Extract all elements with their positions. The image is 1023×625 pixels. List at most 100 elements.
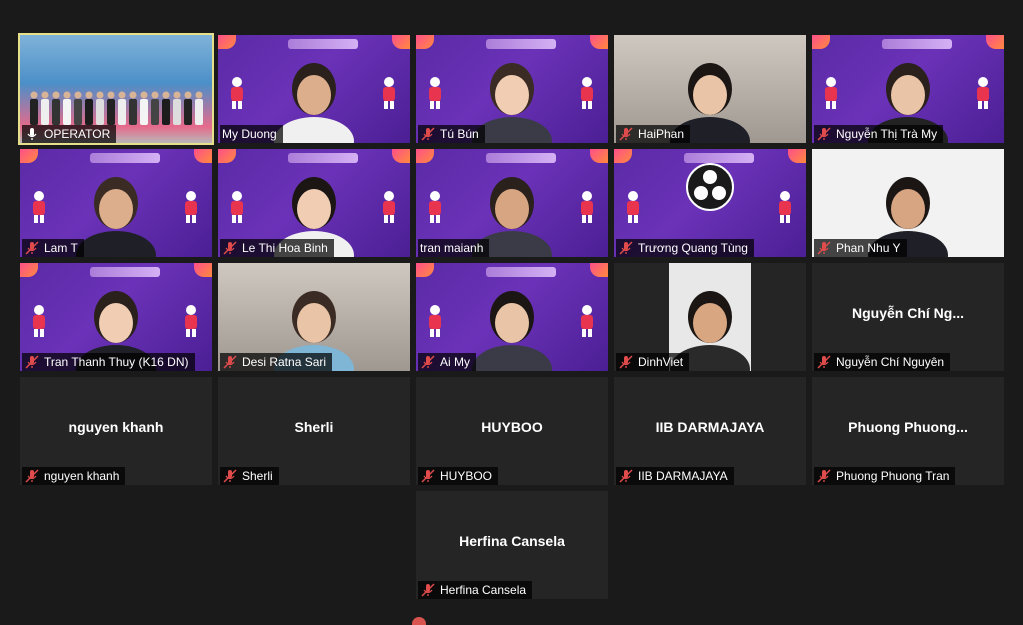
participant-name: Desi Ratna Sari bbox=[242, 355, 327, 369]
mascot-icon bbox=[581, 77, 593, 109]
muted-mic-icon bbox=[223, 355, 237, 369]
muted-mic-icon bbox=[817, 127, 831, 141]
participant-name-label: Nguyễn Thị Trà My bbox=[814, 125, 944, 143]
mascot-icon bbox=[383, 77, 395, 109]
participant-tile[interactable]: nguyen khanh nguyen khanh bbox=[20, 377, 212, 485]
muted-mic-icon bbox=[619, 355, 633, 369]
participant-name-label: OPERATOR bbox=[22, 125, 117, 143]
participant-silhouette bbox=[274, 63, 354, 143]
unmuted-mic-icon bbox=[27, 128, 37, 140]
muted-mic-icon bbox=[421, 583, 435, 597]
participant-name: IIB DARMAJAYA bbox=[638, 469, 728, 483]
banner-corner bbox=[392, 149, 410, 163]
participant-name: Tran Thanh Thuy (K16 DN) bbox=[44, 355, 189, 369]
participant-tile[interactable]: Trương Quang Tùng bbox=[614, 149, 806, 257]
participant-name: OPERATOR bbox=[44, 127, 111, 141]
participant-tile[interactable]: Nguyễn Thị Trà My bbox=[812, 35, 1004, 143]
participant-name-label: HUYBOO bbox=[418, 467, 499, 485]
participant-name: Le Thi Hoa Binh bbox=[242, 241, 328, 255]
participant-display-name: HUYBOO bbox=[481, 419, 543, 435]
muted-mic-icon bbox=[619, 127, 633, 141]
participant-silhouette bbox=[472, 291, 552, 371]
muted-mic-icon bbox=[25, 469, 39, 483]
event-logo bbox=[288, 153, 358, 163]
participant-display-name: IIB DARMAJAYA bbox=[655, 419, 765, 435]
mascot-icon bbox=[977, 77, 989, 109]
participant-name: Trương Quang Tùng bbox=[638, 241, 748, 255]
participant-name-label: Phan Nhu Y bbox=[814, 239, 907, 257]
banner-corner bbox=[218, 149, 236, 163]
event-logo bbox=[486, 39, 556, 49]
participant-name-label: My Duong bbox=[220, 125, 283, 143]
banner-corner bbox=[20, 263, 38, 277]
banner-corner bbox=[416, 263, 434, 277]
mascot-icon bbox=[185, 305, 197, 337]
participant-tile[interactable]: HaiPhan bbox=[614, 35, 806, 143]
participant-name-label: IIB DARMAJAYA bbox=[616, 467, 734, 485]
gallery-grid: OPERATOR My Duong Tú Bún HaiPhan Nguyễn Thị … bbox=[0, 0, 1023, 621]
participant-display-name: Phuong Phuong... bbox=[848, 419, 968, 435]
participant-tile[interactable]: tran maianh bbox=[416, 149, 608, 257]
mascot-icon bbox=[231, 191, 243, 223]
participant-name: Lam T bbox=[44, 241, 78, 255]
participant-tile[interactable]: Sherli Sherli bbox=[218, 377, 410, 485]
participant-name-label: Le Thi Hoa Binh bbox=[220, 239, 334, 257]
mascot-icon bbox=[581, 305, 593, 337]
mascot-icon bbox=[825, 77, 837, 109]
participant-tile[interactable]: Phan Nhu Y bbox=[812, 149, 1004, 257]
participant-name: Herfina Cansela bbox=[440, 583, 527, 597]
participant-tile[interactable]: Phuong Phuong... Phuong Phuong Tran bbox=[812, 377, 1004, 485]
muted-mic-icon bbox=[25, 355, 39, 369]
muted-mic-icon bbox=[619, 241, 633, 255]
participant-name: Phan Nhu Y bbox=[836, 241, 901, 255]
event-logo bbox=[90, 267, 160, 277]
participant-tile[interactable]: IIB DARMAJAYA IIB DARMAJAYA bbox=[614, 377, 806, 485]
participant-name: DinhViet bbox=[638, 355, 684, 369]
muted-mic-icon bbox=[817, 355, 831, 369]
participant-name: Tú Bún bbox=[440, 127, 479, 141]
participant-tile[interactable]: My Duong bbox=[218, 35, 410, 143]
event-logo bbox=[288, 39, 358, 49]
mascot-icon bbox=[429, 77, 441, 109]
banner-corner bbox=[986, 35, 1004, 49]
participant-tile[interactable]: Le Thi Hoa Binh bbox=[218, 149, 410, 257]
participant-tile[interactable]: Tú Bún bbox=[416, 35, 608, 143]
banner-corner bbox=[392, 35, 410, 49]
banner-corner bbox=[194, 263, 212, 277]
mascot-icon bbox=[429, 305, 441, 337]
participant-tile[interactable]: OPERATOR bbox=[18, 33, 214, 145]
banner-corner bbox=[218, 35, 236, 49]
participant-display-name: nguyen khanh bbox=[68, 419, 164, 435]
participant-name-label: Phuong Phuong Tran bbox=[814, 467, 956, 485]
participant-tile[interactable]: Desi Ratna Sari bbox=[218, 263, 410, 371]
participant-tile[interactable]: Lam T bbox=[20, 149, 212, 257]
muted-mic-icon bbox=[421, 355, 435, 369]
participant-tile[interactable]: Herfina Cansela Herfina Cansela bbox=[416, 491, 608, 599]
mascot-icon bbox=[185, 191, 197, 223]
mascot-icon bbox=[429, 191, 441, 223]
participant-tile[interactable]: Tran Thanh Thuy (K16 DN) bbox=[20, 263, 212, 371]
participant-name: HUYBOO bbox=[440, 469, 493, 483]
participant-tile[interactable]: HUYBOO HUYBOO bbox=[416, 377, 608, 485]
banner-corner bbox=[590, 35, 608, 49]
banner-corner bbox=[590, 149, 608, 163]
participant-name: Nguyễn Thị Trà My bbox=[836, 127, 938, 141]
participant-name: My Duong bbox=[222, 127, 277, 141]
banner-corner bbox=[788, 149, 806, 163]
participant-name-label: Ai My bbox=[418, 353, 476, 371]
participant-name-label: Desi Ratna Sari bbox=[220, 353, 333, 371]
banner-corner bbox=[416, 35, 434, 49]
mascot-icon bbox=[383, 191, 395, 223]
participant-tile[interactable]: Ai My bbox=[416, 263, 608, 371]
participant-name-label: Herfina Cansela bbox=[418, 581, 533, 599]
participant-display-name: Nguyễn Chí Ng... bbox=[852, 305, 964, 321]
participant-tile[interactable]: DinhViet bbox=[614, 263, 806, 371]
participant-name: Nguyễn Chí Nguyên bbox=[836, 355, 945, 369]
participant-tile[interactable]: Nguyễn Chí Ng... Nguyễn Chí Nguyên bbox=[812, 263, 1004, 371]
mascot-icon bbox=[231, 77, 243, 109]
participant-name-label: Tú Bún bbox=[418, 125, 485, 143]
banner-corner bbox=[20, 149, 38, 163]
mascot-icon bbox=[627, 191, 639, 223]
banner-corner bbox=[416, 149, 434, 163]
participant-name-label: DinhViet bbox=[616, 353, 690, 371]
